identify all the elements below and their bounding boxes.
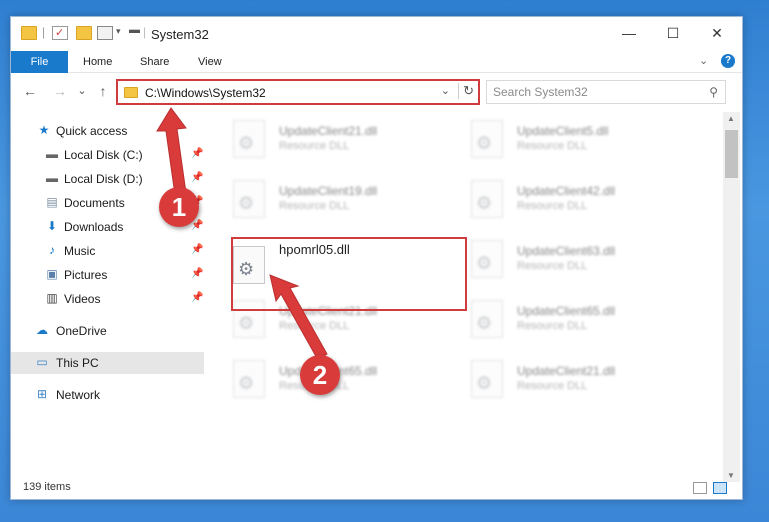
step-1-callout: 1	[159, 187, 199, 227]
step-2-callout: 2	[300, 355, 340, 395]
annotation-arrows	[156, 107, 328, 361]
arrow-2-icon	[269, 274, 328, 361]
arrow-1-icon	[156, 107, 187, 196]
